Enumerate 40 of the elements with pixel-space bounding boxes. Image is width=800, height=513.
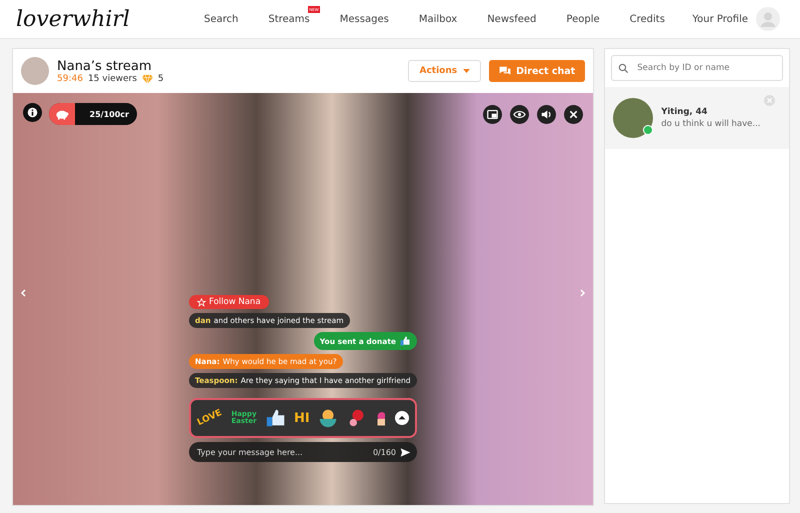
close-icon[interactable]: [564, 105, 584, 124]
search-icon: [618, 62, 630, 74]
follow-button[interactable]: Follow Nana: [189, 295, 269, 309]
piggy-bank-icon: [49, 103, 75, 125]
contact-photo: [613, 98, 654, 138]
profile-link[interactable]: Your Profile: [692, 14, 748, 24]
message-input[interactable]: Type your message here...: [195, 446, 373, 458]
diamond-icon: [142, 74, 153, 84]
nav-link[interactable]: Messages: [340, 14, 389, 24]
send-icon[interactable]: [400, 446, 411, 458]
nav-link[interactable]: Newsfeed: [487, 14, 536, 24]
contact-name: Yiting, 44: [661, 107, 708, 117]
eye-icon[interactable]: [510, 105, 530, 124]
nav-link[interactable]: Mailbox: [418, 14, 458, 24]
host-avatar: [21, 57, 49, 85]
hi-sticker[interactable]: HI: [294, 412, 310, 424]
credits-text: 25/100cr: [90, 110, 129, 118]
speaker-icon[interactable]: [537, 105, 556, 124]
thumbs-up-sticker[interactable]: [264, 407, 287, 429]
gem-count: 5: [158, 74, 164, 84]
nav-link[interactable]: Credits: [630, 14, 665, 24]
logo[interactable]: loverwhirl: [16, 6, 166, 32]
search-field[interactable]: Search by ID or name: [611, 55, 783, 81]
caret-icon: [463, 69, 470, 73]
nav-link[interactable]: Search: [204, 14, 238, 24]
message-preview: do u think u will have...: [661, 119, 762, 129]
contact-item[interactable]: Yiting, 44 do u think u will have...: [605, 87, 789, 149]
chat-icon: [499, 66, 512, 76]
expand-up-icon[interactable]: [395, 411, 409, 425]
stream-title: Nana’s stream: [57, 58, 152, 74]
star-icon: [197, 298, 206, 306]
stream-time: 59:46: [57, 74, 83, 84]
nav-link[interactable]: People: [566, 14, 600, 24]
nav-link[interactable]: Streams: [268, 14, 310, 24]
character-counter: 0/160: [372, 448, 396, 456]
info-icon[interactable]: [23, 103, 42, 122]
picture-in-picture-icon[interactable]: [483, 105, 502, 124]
thumbs-up-icon: [399, 335, 411, 347]
viewer-count: 15 viewers: [88, 74, 137, 84]
message-field[interactable]: Type your message here... 0/160: [189, 442, 417, 462]
